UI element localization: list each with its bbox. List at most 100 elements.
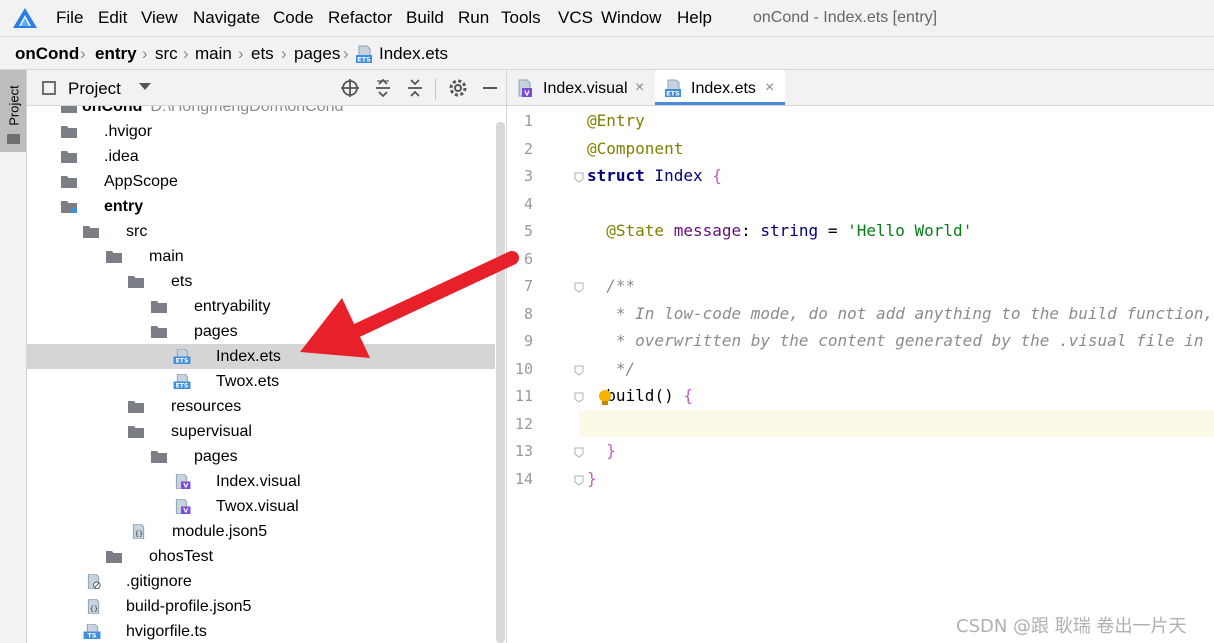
tree-item-name: Twox.visual — [216, 498, 299, 515]
tree-item-label: entryability — [194, 297, 270, 316]
menu-code[interactable]: Code — [273, 8, 314, 28]
ets-file-icon: ETS — [173, 373, 191, 390]
tree-item[interactable]: V Twox.visual — [27, 494, 495, 519]
menu-navigate[interactable]: Navigate — [193, 8, 260, 28]
minimize-icon[interactable] — [480, 78, 500, 98]
breadcrumb-item[interactable]: pages — [294, 44, 340, 64]
tree-item-name: AppScope — [104, 173, 178, 190]
breadcrumb-item[interactable]: Index.ets — [379, 44, 448, 64]
tree-item-name: hvigorfile.ts — [126, 623, 207, 640]
breadcrumb-item[interactable]: entry — [95, 44, 137, 64]
menu-tools[interactable]: Tools — [501, 8, 541, 28]
line-number: 3 — [523, 167, 533, 185]
collapse-all-icon[interactable] — [405, 78, 425, 98]
editor-gutter: 1 2 3 4 5 6 7 8 9 10 11 12 13 14 — [507, 106, 584, 643]
code-token: = — [818, 221, 848, 240]
breadcrumb-item[interactable]: main — [195, 44, 232, 64]
menu-build[interactable]: Build — [406, 8, 444, 28]
lightbulb-icon[interactable] — [598, 389, 612, 407]
tree-item[interactable]: .hvigor — [27, 119, 495, 144]
app-logo-icon — [13, 8, 37, 28]
tree-item-name: ets — [171, 273, 193, 290]
close-icon[interactable]: × — [765, 79, 774, 97]
tree-item-label: supervisual — [171, 422, 252, 441]
tree-item-name: ohosTest — [149, 548, 214, 565]
menu-edit[interactable]: Edit — [98, 8, 127, 28]
tree-item[interactable]: entry — [27, 194, 495, 219]
breadcrumb: onCond › entry › src › main › ets › page… — [0, 36, 1214, 70]
ets-file-icon: ETS — [665, 79, 681, 97]
tree-item[interactable]: {} module.json5 — [27, 519, 495, 544]
code-editor[interactable]: @Entry @Component struct Index { @State me… — [579, 106, 1214, 643]
locate-file-icon[interactable] — [340, 78, 360, 98]
tree-item[interactable]: {} build-profile.json5 — [27, 594, 495, 619]
breadcrumb-item[interactable]: ets — [251, 44, 274, 64]
line-number: 12 — [514, 414, 533, 433]
code-token: { — [712, 166, 722, 185]
menu-run[interactable]: Run — [458, 8, 489, 28]
gear-icon[interactable] — [448, 78, 468, 98]
breadcrumb-item[interactable]: onCond — [15, 44, 79, 64]
tree-item-label: src — [126, 222, 147, 241]
tree-item[interactable]: V Index.visual — [27, 469, 495, 494]
code-line: */ — [587, 355, 635, 382]
code-line: } — [587, 437, 616, 464]
json-file-icon: {} — [85, 598, 103, 615]
tree-item-path: D:\HongmengDom\onCond — [150, 106, 344, 115]
ets-file-icon: ETS — [356, 45, 372, 63]
tree-item-label: build-profile.json5 — [126, 597, 251, 616]
project-tool-tab[interactable]: Project — [0, 70, 26, 152]
json-file-icon: {} — [130, 523, 148, 540]
tree-item-label: hvigorfile.ts — [126, 622, 207, 641]
tree-item-label: AppScope — [104, 172, 178, 191]
tree-item-label: entry — [104, 197, 143, 216]
code-token: Index — [644, 166, 713, 185]
breadcrumb-chevron-icon: › — [281, 44, 287, 63]
menu-refactor[interactable]: Refactor — [328, 8, 392, 28]
tree-item[interactable]: .gitignore — [27, 569, 495, 594]
tree-item-name: pages — [194, 323, 238, 340]
close-icon[interactable]: × — [635, 79, 644, 97]
code-token: /** — [587, 276, 636, 295]
tree-item[interactable]: supervisual — [27, 419, 495, 444]
breadcrumb-item[interactable]: src — [155, 44, 178, 64]
code-token: struct — [587, 166, 645, 185]
menu-vcs[interactable]: VCS — [558, 8, 593, 28]
menu-view[interactable]: View — [141, 8, 178, 28]
tree-item[interactable]: TS hvigorfile.ts — [27, 619, 495, 643]
code-token: } — [587, 441, 616, 460]
tab-index-ets[interactable]: ETS Index.ets × — [655, 70, 785, 105]
code-token: * overwritten by the content generated b… — [615, 331, 1214, 350]
tree-item[interactable]: .idea — [27, 144, 495, 169]
tree-item-name: Twox.ets — [216, 373, 280, 390]
folder-icon — [127, 399, 145, 414]
tree-item-label: Twox.visual — [216, 497, 299, 516]
menu-help[interactable]: Help — [677, 8, 712, 28]
tree-item[interactable]: ohosTest — [27, 544, 495, 569]
menu-window[interactable]: Window — [601, 8, 661, 28]
code-line: struct Index { — [587, 162, 722, 189]
tab-index-visual[interactable]: V Index.visual × — [507, 70, 654, 105]
tree-item[interactable]: resources — [27, 394, 495, 419]
tree-item-label: Index.ets — [216, 347, 281, 366]
expand-all-icon[interactable] — [373, 78, 393, 98]
editor-tab-bar: V Index.visual × ETS Index.ets × — [507, 70, 1214, 106]
tree-item-name: .gitignore — [126, 573, 192, 590]
folder-icon — [127, 274, 145, 289]
tree-item[interactable]: AppScope — [27, 169, 495, 194]
tree-item-label: onCond D:\HongmengDom\onCond — [82, 106, 343, 116]
code-token: * In low-code mode, do not add anything … — [615, 303, 1214, 323]
menu-file[interactable]: File — [56, 8, 83, 28]
tree-item[interactable]: onCond D:\HongmengDom\onCond — [27, 106, 495, 119]
line-number: 1 — [523, 112, 533, 130]
tree-item-label: pages — [194, 322, 238, 341]
tree-item[interactable]: pages — [27, 444, 495, 469]
code-token: @Component — [587, 138, 684, 158]
project-tool-tab-label: Project — [6, 85, 22, 126]
code-token: } — [587, 468, 597, 488]
tree-item[interactable]: ETS Twox.ets — [27, 369, 495, 394]
visual-file-icon: V — [173, 473, 191, 490]
breadcrumb-chevron-icon: › — [238, 44, 244, 63]
project-panel-title[interactable]: Project — [68, 79, 121, 99]
chevron-down-icon[interactable] — [139, 83, 151, 90]
